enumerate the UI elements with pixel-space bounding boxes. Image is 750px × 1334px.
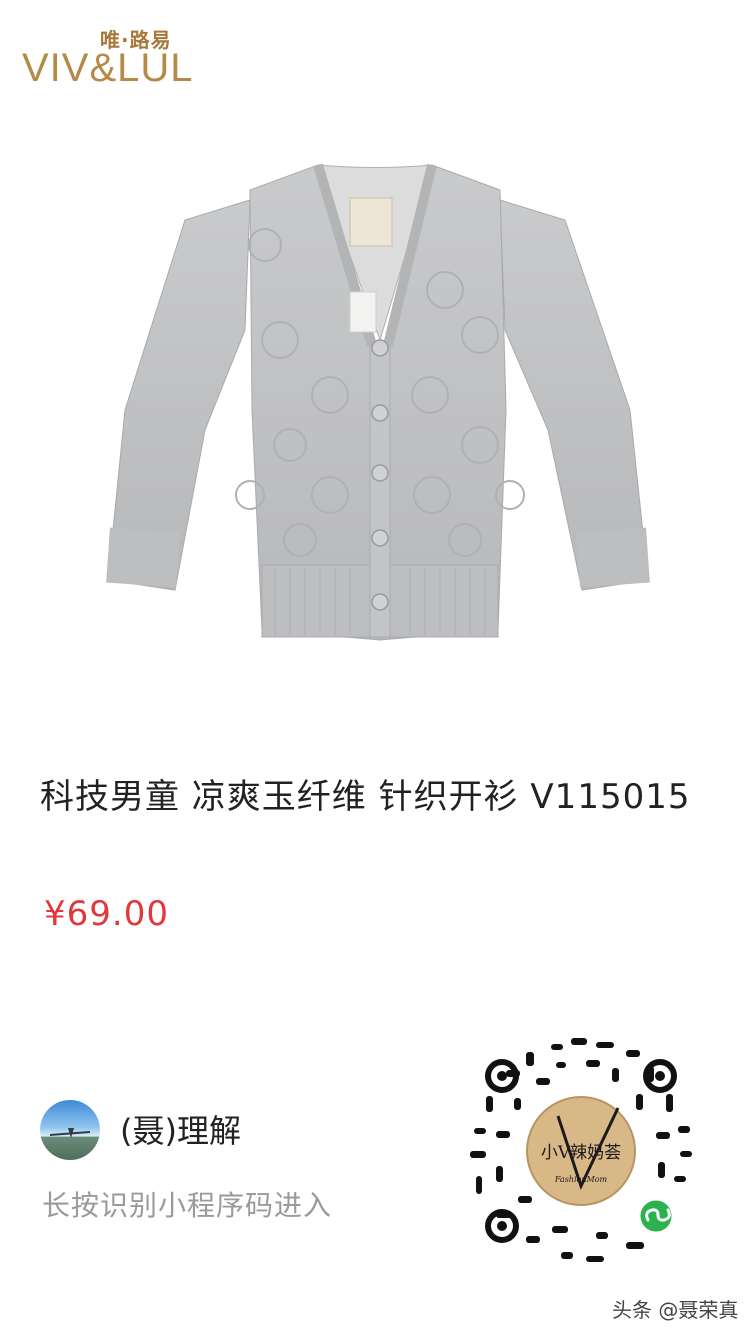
product-price: ¥69.00 bbox=[44, 894, 169, 934]
qr-center-subtext: FashionMom bbox=[554, 1175, 608, 1184]
wechat-miniprogram-icon bbox=[637, 1197, 675, 1235]
qr-center-text: 小V辣妈荟 bbox=[541, 1143, 621, 1163]
long-press-hint: 长按识别小程序码进入 bbox=[42, 1189, 333, 1222]
username: (聂)理解 bbox=[120, 1112, 241, 1150]
product-image[interactable] bbox=[0, 110, 750, 720]
mini-program-code[interactable]: 小V辣妈荟 FashionMom bbox=[466, 1036, 696, 1266]
brand-logo-en: VIV&LUL bbox=[22, 46, 194, 90]
airplane-icon bbox=[50, 1128, 90, 1138]
watermark: 头条 @聂荣真 bbox=[612, 1298, 739, 1322]
brand-logo: 唯·路易 VIV&LUL bbox=[22, 24, 222, 88]
product-title: 科技男童 凉爽玉纤维 针织开衫 V115015 bbox=[40, 777, 691, 817]
user-avatar bbox=[40, 1100, 100, 1160]
